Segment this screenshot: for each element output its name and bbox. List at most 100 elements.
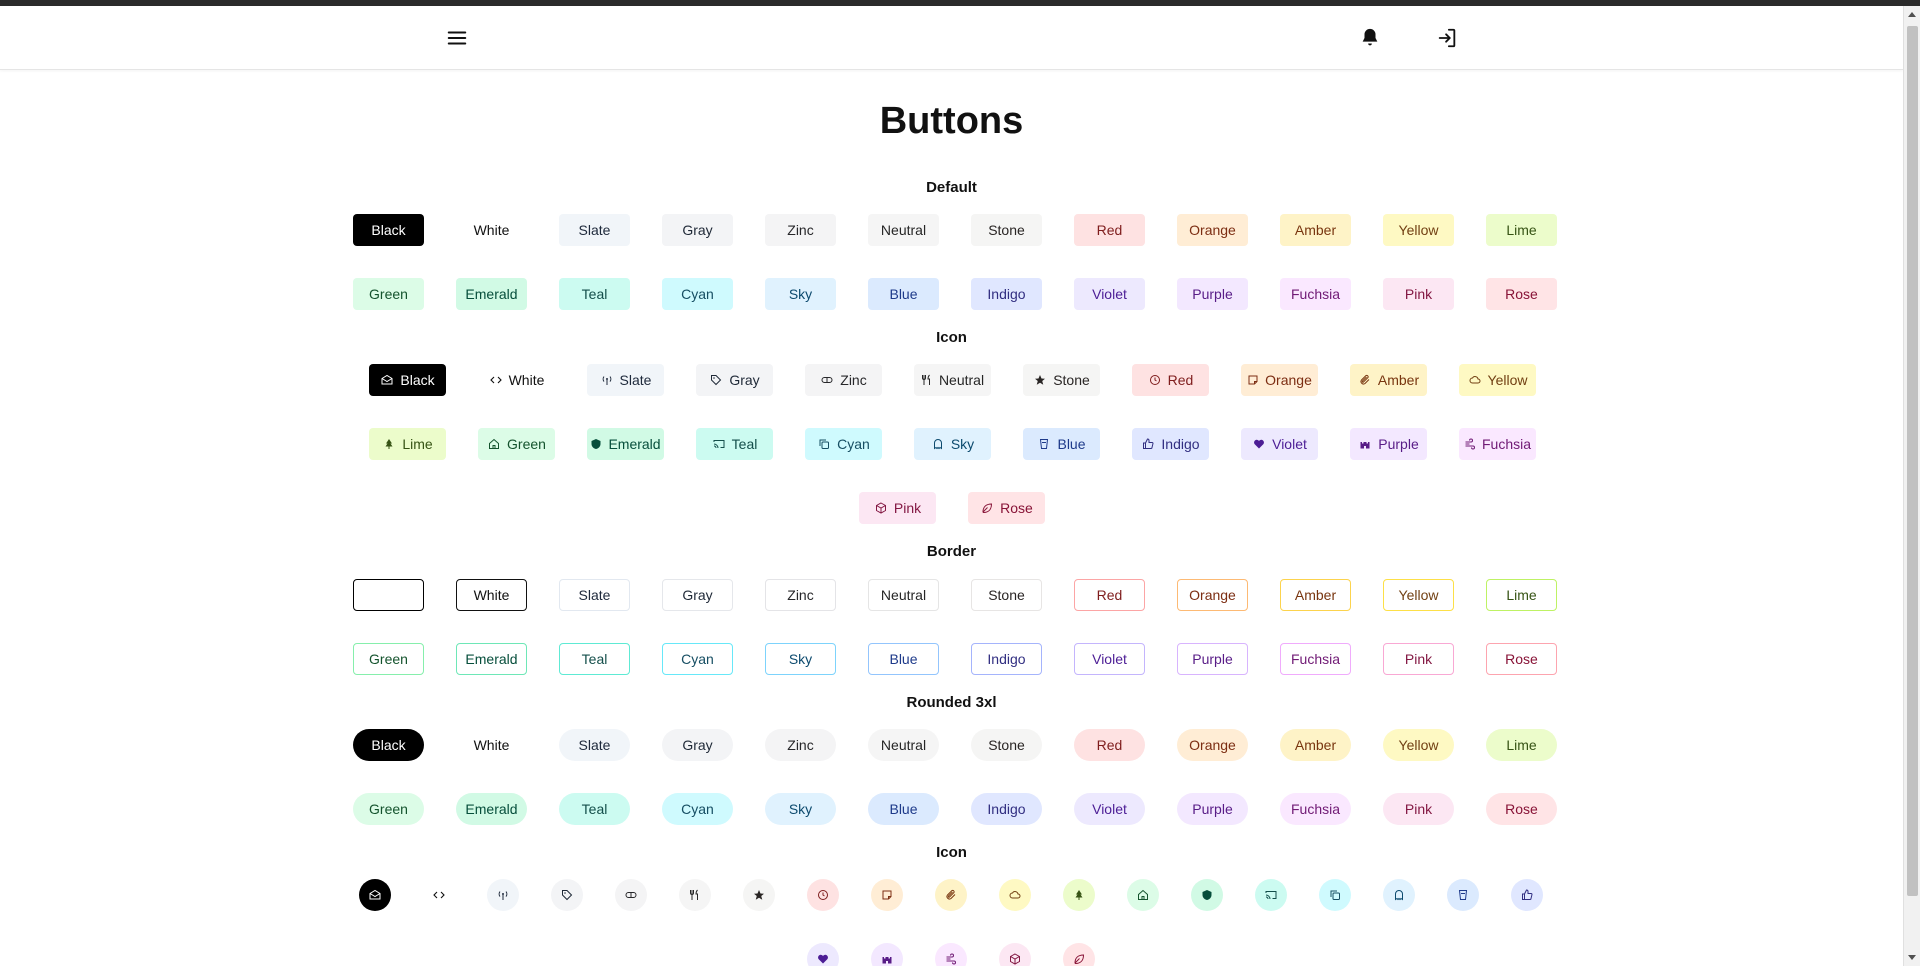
button-slate[interactable]: Slate <box>559 729 630 761</box>
button-fuchsia[interactable]: Fuchsia <box>1280 643 1351 675</box>
button-fuchsia[interactable]: Fuchsia <box>1280 793 1351 825</box>
button-teal[interactable]: Teal <box>559 793 630 825</box>
icon-circle-button-lime[interactable] <box>1063 879 1095 911</box>
button-green[interactable]: Green <box>353 278 424 310</box>
button-lime[interactable]: Lime <box>1486 214 1557 246</box>
button-indigo[interactable]: Indigo <box>971 643 1042 675</box>
button-rose[interactable]: Rose <box>1486 643 1557 675</box>
icon-button-zinc[interactable]: Zinc <box>805 364 882 396</box>
icon-circle-button-yellow[interactable] <box>999 879 1031 911</box>
button-indigo[interactable]: Indigo <box>971 793 1042 825</box>
icon-button-pink[interactable]: Pink <box>859 492 936 524</box>
button-neutral[interactable]: Neutral <box>868 214 939 246</box>
button-pink[interactable]: Pink <box>1383 643 1454 675</box>
icon-button-stone[interactable]: Stone <box>1023 364 1100 396</box>
button-purple[interactable]: Purple <box>1177 643 1248 675</box>
button-green[interactable]: Green <box>353 793 424 825</box>
button-slate[interactable]: Slate <box>559 579 630 611</box>
button-amber[interactable]: Amber <box>1280 729 1351 761</box>
button-zinc[interactable]: Zinc <box>765 214 836 246</box>
icon-button-slate[interactable]: Slate <box>587 364 664 396</box>
icon-button-yellow[interactable]: Yellow <box>1459 364 1536 396</box>
button-lime[interactable]: Lime <box>1486 579 1557 611</box>
button-white[interactable]: White <box>456 579 527 611</box>
scroll-thumb[interactable] <box>1907 26 1918 896</box>
button-yellow[interactable]: Yellow <box>1383 729 1454 761</box>
icon-circle-button-orange[interactable] <box>871 879 903 911</box>
icon-button-rose[interactable]: Rose <box>968 492 1045 524</box>
icon-circle-button-sky[interactable] <box>1383 879 1415 911</box>
icon-button-violet[interactable]: Violet <box>1241 428 1318 460</box>
button-black[interactable]: Black <box>353 729 424 761</box>
button-gray[interactable]: Gray <box>662 214 733 246</box>
button-zinc[interactable]: Zinc <box>765 729 836 761</box>
icon-circle-button-purple[interactable] <box>871 943 903 966</box>
button-emerald[interactable]: Emerald <box>456 643 527 675</box>
button-yellow[interactable]: Yellow <box>1383 214 1454 246</box>
button-cyan[interactable]: Cyan <box>662 793 733 825</box>
button-blue[interactable]: Blue <box>868 793 939 825</box>
button-rose[interactable]: Rose <box>1486 278 1557 310</box>
button-cyan[interactable]: Cyan <box>662 278 733 310</box>
button-orange[interactable]: Orange <box>1177 729 1248 761</box>
icon-circle-button-black[interactable] <box>359 879 391 911</box>
icon-button-blue[interactable]: Blue <box>1023 428 1100 460</box>
button-purple[interactable]: Purple <box>1177 278 1248 310</box>
scroll-down-arrow[interactable] <box>1908 955 1916 960</box>
icon-circle-button-white[interactable] <box>423 879 455 911</box>
icon-button-fuchsia[interactable]: Fuchsia <box>1459 428 1536 460</box>
button-yellow[interactable]: Yellow <box>1383 579 1454 611</box>
button-stone[interactable]: Stone <box>971 214 1042 246</box>
button-teal[interactable]: Teal <box>559 278 630 310</box>
icon-button-teal[interactable]: Teal <box>696 428 773 460</box>
icon-circle-button-cyan[interactable] <box>1319 879 1351 911</box>
button-neutral[interactable]: Neutral <box>868 729 939 761</box>
icon-circle-button-blue[interactable] <box>1447 879 1479 911</box>
menu-icon[interactable] <box>443 24 471 52</box>
icon-circle-button-violet[interactable] <box>807 943 839 966</box>
icon-button-lime[interactable]: Lime <box>369 428 446 460</box>
button-teal[interactable]: Teal <box>559 643 630 675</box>
vertical-scrollbar[interactable] <box>1903 6 1920 966</box>
button-green[interactable]: Green <box>353 643 424 675</box>
scroll-up-arrow[interactable] <box>1908 12 1916 17</box>
icon-circle-button-slate[interactable] <box>487 879 519 911</box>
button-pink[interactable]: Pink <box>1383 278 1454 310</box>
icon-circle-button-rose[interactable] <box>1063 943 1095 966</box>
button-blue[interactable]: Blue <box>868 643 939 675</box>
button-indigo[interactable]: Indigo <box>971 278 1042 310</box>
login-icon[interactable] <box>1433 24 1461 52</box>
icon-circle-button-pink[interactable] <box>999 943 1031 966</box>
button-stone[interactable]: Stone <box>971 579 1042 611</box>
button-lime[interactable]: Lime <box>1486 729 1557 761</box>
button-orange[interactable]: Orange <box>1177 214 1248 246</box>
icon-button-purple[interactable]: Purple <box>1350 428 1427 460</box>
icon-circle-button-fuchsia[interactable] <box>935 943 967 966</box>
button-sky[interactable]: Sky <box>765 278 836 310</box>
icon-button-indigo[interactable]: Indigo <box>1132 428 1209 460</box>
icon-button-green[interactable]: Green <box>478 428 555 460</box>
button-purple[interactable]: Purple <box>1177 793 1248 825</box>
icon-circle-button-indigo[interactable] <box>1511 879 1543 911</box>
button-blue[interactable]: Blue <box>868 278 939 310</box>
icon-button-black[interactable]: Black <box>369 364 446 396</box>
button-white[interactable]: White <box>456 729 527 761</box>
button-amber[interactable]: Amber <box>1280 579 1351 611</box>
button-rose[interactable]: Rose <box>1486 793 1557 825</box>
icon-button-cyan[interactable]: Cyan <box>805 428 882 460</box>
icon-circle-button-gray[interactable] <box>551 879 583 911</box>
button-emerald[interactable]: Emerald <box>456 278 527 310</box>
button-sky[interactable]: Sky <box>765 793 836 825</box>
button-black[interactable]: Black <box>353 214 424 246</box>
button-zinc[interactable]: Zinc <box>765 579 836 611</box>
button-neutral[interactable]: Neutral <box>868 579 939 611</box>
button-red[interactable]: Red <box>1074 214 1145 246</box>
button-gray[interactable]: Gray <box>662 579 733 611</box>
icon-circle-button-neutral[interactable] <box>679 879 711 911</box>
button-pink[interactable]: Pink <box>1383 793 1454 825</box>
icon-circle-button-teal[interactable] <box>1255 879 1287 911</box>
button-red[interactable]: Red <box>1074 579 1145 611</box>
icon-button-white[interactable]: White <box>478 364 555 396</box>
button-slate[interactable]: Slate <box>559 214 630 246</box>
button-orange[interactable]: Orange <box>1177 579 1248 611</box>
